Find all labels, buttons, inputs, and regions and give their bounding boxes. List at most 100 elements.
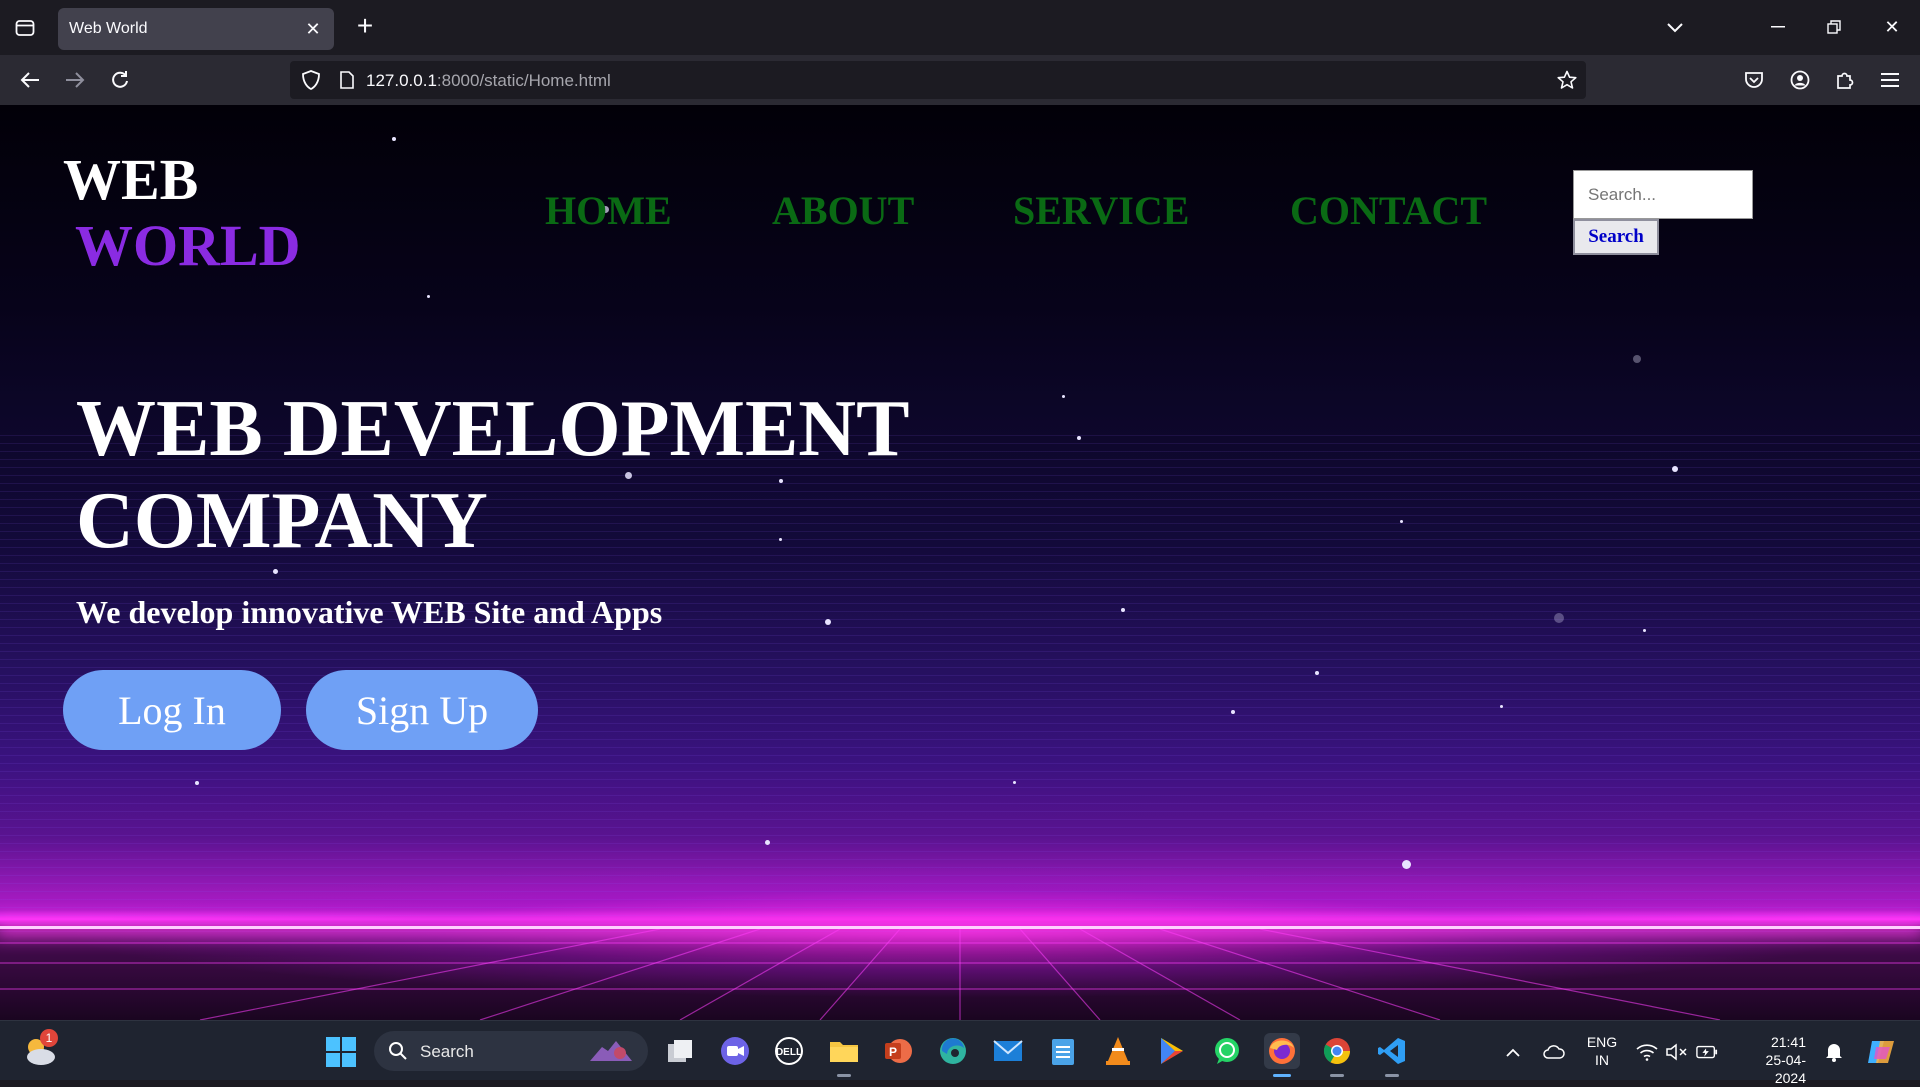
file-explorer-icon[interactable] xyxy=(826,1033,862,1077)
star xyxy=(1554,613,1564,623)
vscode-icon[interactable] xyxy=(1374,1033,1410,1077)
browser-nav-bar: 127.0.0.1:8000/static/Home.html xyxy=(0,55,1920,105)
star xyxy=(1633,355,1641,363)
clock-date: 25-04-2024 xyxy=(1765,1052,1806,1086)
language-code: ENG xyxy=(1586,1034,1618,1050)
restore-icon[interactable] xyxy=(1816,12,1852,42)
site-search-button[interactable]: Search xyxy=(1573,219,1659,255)
url-bar[interactable]: 127.0.0.1:8000/static/Home.html xyxy=(290,61,1586,99)
page-icon[interactable] xyxy=(334,67,360,93)
star xyxy=(1013,781,1016,784)
background-grid-floor xyxy=(0,929,1920,1020)
copilot-icon[interactable] xyxy=(1866,1037,1896,1067)
bookmark-star-icon[interactable] xyxy=(1554,67,1580,93)
vlc-icon[interactable] xyxy=(1100,1033,1136,1069)
edge-icon[interactable] xyxy=(935,1033,971,1069)
url-host: 127.0.0.1 xyxy=(366,71,437,90)
whatsapp-icon[interactable] xyxy=(1209,1033,1245,1069)
tracking-shield-icon[interactable] xyxy=(298,67,324,93)
running-indicator xyxy=(1385,1074,1399,1077)
windows-taskbar: 1 Search DELL P ENG IN 21:41 25-04-2024 xyxy=(0,1020,1920,1086)
chrome-icon[interactable] xyxy=(1319,1033,1355,1077)
language-indicator[interactable]: ENG IN xyxy=(1586,1033,1618,1069)
zoom-icon[interactable] xyxy=(717,1033,753,1069)
onedrive-cloud-icon[interactable] xyxy=(1543,1041,1565,1063)
speaker-muted-icon[interactable] xyxy=(1666,1041,1688,1063)
chevron-down-icon[interactable] xyxy=(1660,14,1690,42)
headline-line-1: WEB DEVELOPMENT xyxy=(76,385,910,473)
star xyxy=(1643,629,1646,632)
play-store-icon[interactable] xyxy=(1154,1033,1190,1069)
close-tab-icon[interactable]: ✕ xyxy=(302,18,324,40)
headline-line-2: COMPANY xyxy=(76,477,488,565)
background-horizon-glow xyxy=(0,926,1920,929)
running-indicator xyxy=(1330,1074,1344,1077)
dell-icon[interactable]: DELL xyxy=(771,1033,807,1069)
menu-item-home[interactable]: HOME xyxy=(545,187,672,234)
mail-icon[interactable] xyxy=(990,1033,1026,1069)
star xyxy=(825,619,831,625)
extensions-icon[interactable] xyxy=(1828,64,1862,96)
hamburger-menu-icon[interactable] xyxy=(1873,64,1907,96)
star xyxy=(195,781,199,785)
taskbar-search-box[interactable]: Search xyxy=(374,1031,648,1071)
windows-start-icon[interactable] xyxy=(326,1037,356,1067)
clock-time: 21:41 xyxy=(1770,1034,1806,1050)
menu-item-about[interactable]: ABOUT xyxy=(772,187,914,234)
menu-item-contact[interactable]: CONTACT xyxy=(1290,187,1487,234)
firefox-view-icon[interactable] xyxy=(10,14,40,42)
active-tab[interactable]: Web World ✕ xyxy=(58,8,334,50)
star xyxy=(1672,466,1678,472)
notification-bell-icon[interactable] xyxy=(1823,1041,1845,1063)
url-path: :8000/static/Home.html xyxy=(436,71,611,90)
battery-charging-icon[interactable] xyxy=(1696,1041,1718,1063)
star xyxy=(427,295,430,298)
site-logo[interactable]: WEB WORLD xyxy=(63,147,301,279)
back-arrow-icon[interactable] xyxy=(13,64,47,96)
minimize-icon[interactable] xyxy=(1760,12,1796,42)
star xyxy=(1400,520,1403,523)
page-viewport: WEB WORLD HOME ABOUT SERVICE CONTACT Sea… xyxy=(0,105,1920,1020)
new-tab-plus-icon[interactable]: + xyxy=(350,12,380,42)
wifi-icon[interactable] xyxy=(1636,1041,1658,1063)
active-indicator xyxy=(1273,1074,1291,1077)
pocket-icon[interactable] xyxy=(1737,64,1771,96)
star xyxy=(1231,710,1235,714)
signup-button[interactable]: Sign Up xyxy=(306,670,538,750)
site-search-input[interactable] xyxy=(1573,170,1753,219)
taskbar-search-label: Search xyxy=(420,1042,474,1061)
star xyxy=(1315,671,1319,675)
svg-text:P: P xyxy=(889,1045,897,1059)
star xyxy=(1402,860,1411,869)
tab-title: Web World xyxy=(69,20,148,37)
logo-line-world: WORLD xyxy=(75,213,301,278)
file-explorer-alt-icon[interactable] xyxy=(662,1033,698,1069)
menu-item-service[interactable]: SERVICE xyxy=(1013,187,1189,234)
firefox-icon[interactable] xyxy=(1264,1033,1300,1077)
hero-tagline: We develop innovative WEB Site and Apps xyxy=(76,594,663,630)
reload-icon[interactable] xyxy=(103,64,137,96)
star xyxy=(765,840,770,845)
forward-arrow-icon[interactable] xyxy=(58,64,92,96)
svg-text:DELL: DELL xyxy=(776,1047,802,1058)
close-window-icon[interactable]: ✕ xyxy=(1874,12,1910,42)
login-button[interactable]: Log In xyxy=(63,670,281,750)
search-highlight-icon xyxy=(586,1037,636,1065)
powerpoint-icon[interactable]: P xyxy=(880,1033,916,1069)
star xyxy=(1062,395,1065,398)
system-clock[interactable]: 21:41 25-04-2024 xyxy=(1736,1033,1806,1087)
region-code: IN xyxy=(1595,1052,1609,1068)
star xyxy=(1077,436,1081,440)
star xyxy=(1500,705,1503,708)
notification-badge: 1 xyxy=(40,1029,58,1047)
browser-tab-bar: Web World ✕ + ✕ xyxy=(0,0,1920,55)
account-icon[interactable] xyxy=(1783,64,1817,96)
logo-line-web: WEB xyxy=(63,147,199,212)
notepad-icon[interactable] xyxy=(1045,1033,1081,1069)
url-text: 127.0.0.1:8000/static/Home.html xyxy=(366,71,611,91)
search-icon xyxy=(388,1041,408,1061)
star xyxy=(1121,608,1125,612)
star xyxy=(392,137,396,141)
chevron-up-icon[interactable] xyxy=(1502,1041,1524,1063)
hero-headline: WEB DEVELOPMENT COMPANY xyxy=(76,383,909,567)
